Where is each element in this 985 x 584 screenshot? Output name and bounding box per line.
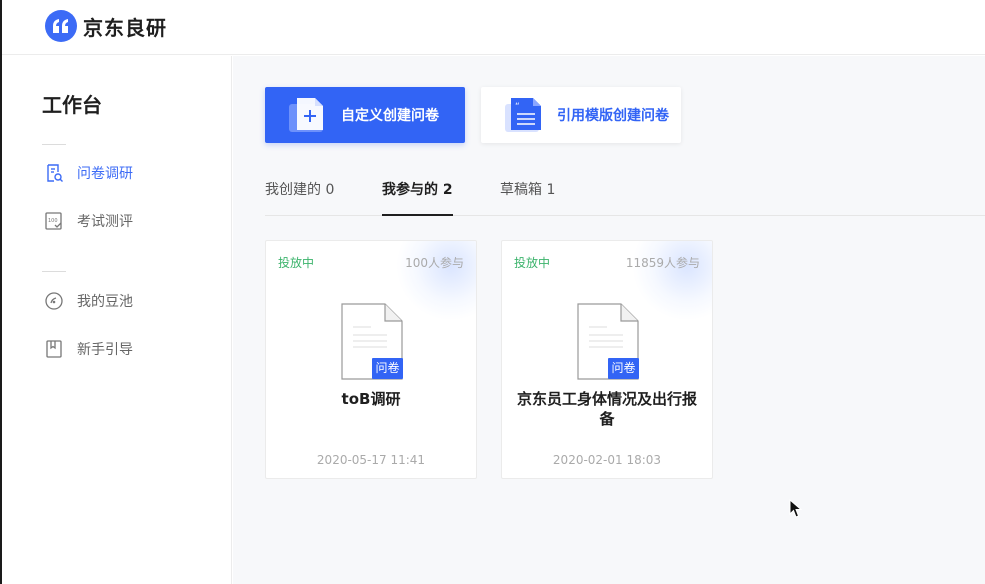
main-content: 自定义创建问卷 “ 引用模版创建问卷 我创建的 0 我参与的 2 草稿箱 1 投… xyxy=(233,56,985,584)
template-create-label: 引用模版创建问卷 xyxy=(557,108,669,124)
card-decoration xyxy=(632,241,712,321)
svg-text:“: “ xyxy=(515,102,520,112)
card-title: toB调研 xyxy=(341,390,401,408)
sidebar: 工作台 问卷调研 100 考试测评 我的豆池 新手引导 xyxy=(2,56,232,584)
sidebar-divider xyxy=(42,271,66,272)
sidebar-item-label: 问卷调研 xyxy=(77,166,133,182)
svg-text:100: 100 xyxy=(48,218,58,224)
add-document-icon xyxy=(289,96,329,134)
sidebar-item-exam[interactable]: 100 考试测评 xyxy=(44,209,133,233)
template-document-icon: “ xyxy=(505,96,545,134)
tab-bar: 我创建的 0 我参与的 2 草稿箱 1 xyxy=(265,176,985,216)
sidebar-item-label: 我的豆池 xyxy=(77,294,133,310)
participant-count: 100人参与 xyxy=(405,256,464,270)
quote-icon xyxy=(45,10,77,42)
custom-create-label: 自定义创建问卷 xyxy=(341,108,439,124)
status-badge: 投放中 xyxy=(278,256,315,270)
brand-logo[interactable]: 京东良研 xyxy=(45,10,167,42)
tab-participated[interactable]: 我参与的 2 xyxy=(382,176,453,216)
survey-search-icon xyxy=(44,163,64,183)
template-create-button[interactable]: “ 引用模版创建问卷 xyxy=(481,87,681,143)
sidebar-divider xyxy=(42,144,66,145)
brand-name: 京东良研 xyxy=(83,15,167,40)
card-title: 京东员工身体情况及出行报备 xyxy=(516,390,697,428)
top-bar: 京东良研 xyxy=(2,0,985,55)
workspace-title: 工作台 xyxy=(42,93,102,117)
sidebar-item-coins[interactable]: 我的豆池 xyxy=(44,289,133,313)
sidebar-item-survey[interactable]: 问卷调研 xyxy=(44,161,133,185)
participant-count: 11859人参与 xyxy=(625,256,700,270)
survey-document-icon: 问卷 xyxy=(577,303,641,381)
card-date: 2020-05-17 11:41 xyxy=(316,453,426,467)
survey-card[interactable]: 投放中 100人参与 问卷 toB调研 2020-05-17 11:41 xyxy=(265,240,477,479)
status-badge: 投放中 xyxy=(514,256,551,270)
custom-create-button[interactable]: 自定义创建问卷 xyxy=(265,87,465,143)
survey-card[interactable]: 投放中 11859人参与 问卷 京东员工身体情况及出行报备 2020-02-01… xyxy=(501,240,713,479)
card-decoration xyxy=(396,241,476,321)
survey-document-icon: 问卷 xyxy=(341,303,405,381)
tab-created[interactable]: 我创建的 0 xyxy=(265,176,334,216)
guide-book-icon xyxy=(44,339,64,359)
sidebar-item-label: 考试测评 xyxy=(77,214,133,230)
coin-icon xyxy=(44,291,64,311)
card-date: 2020-02-01 18:03 xyxy=(552,453,662,467)
exam-score-icon: 100 xyxy=(44,211,64,231)
card-type-badge: 问卷 xyxy=(611,361,636,375)
sidebar-item-label: 新手引导 xyxy=(77,342,133,358)
card-type-badge: 问卷 xyxy=(375,361,400,375)
tab-drafts[interactable]: 草稿箱 1 xyxy=(500,176,555,216)
sidebar-item-guide[interactable]: 新手引导 xyxy=(44,337,133,361)
mouse-cursor-icon xyxy=(789,498,803,519)
